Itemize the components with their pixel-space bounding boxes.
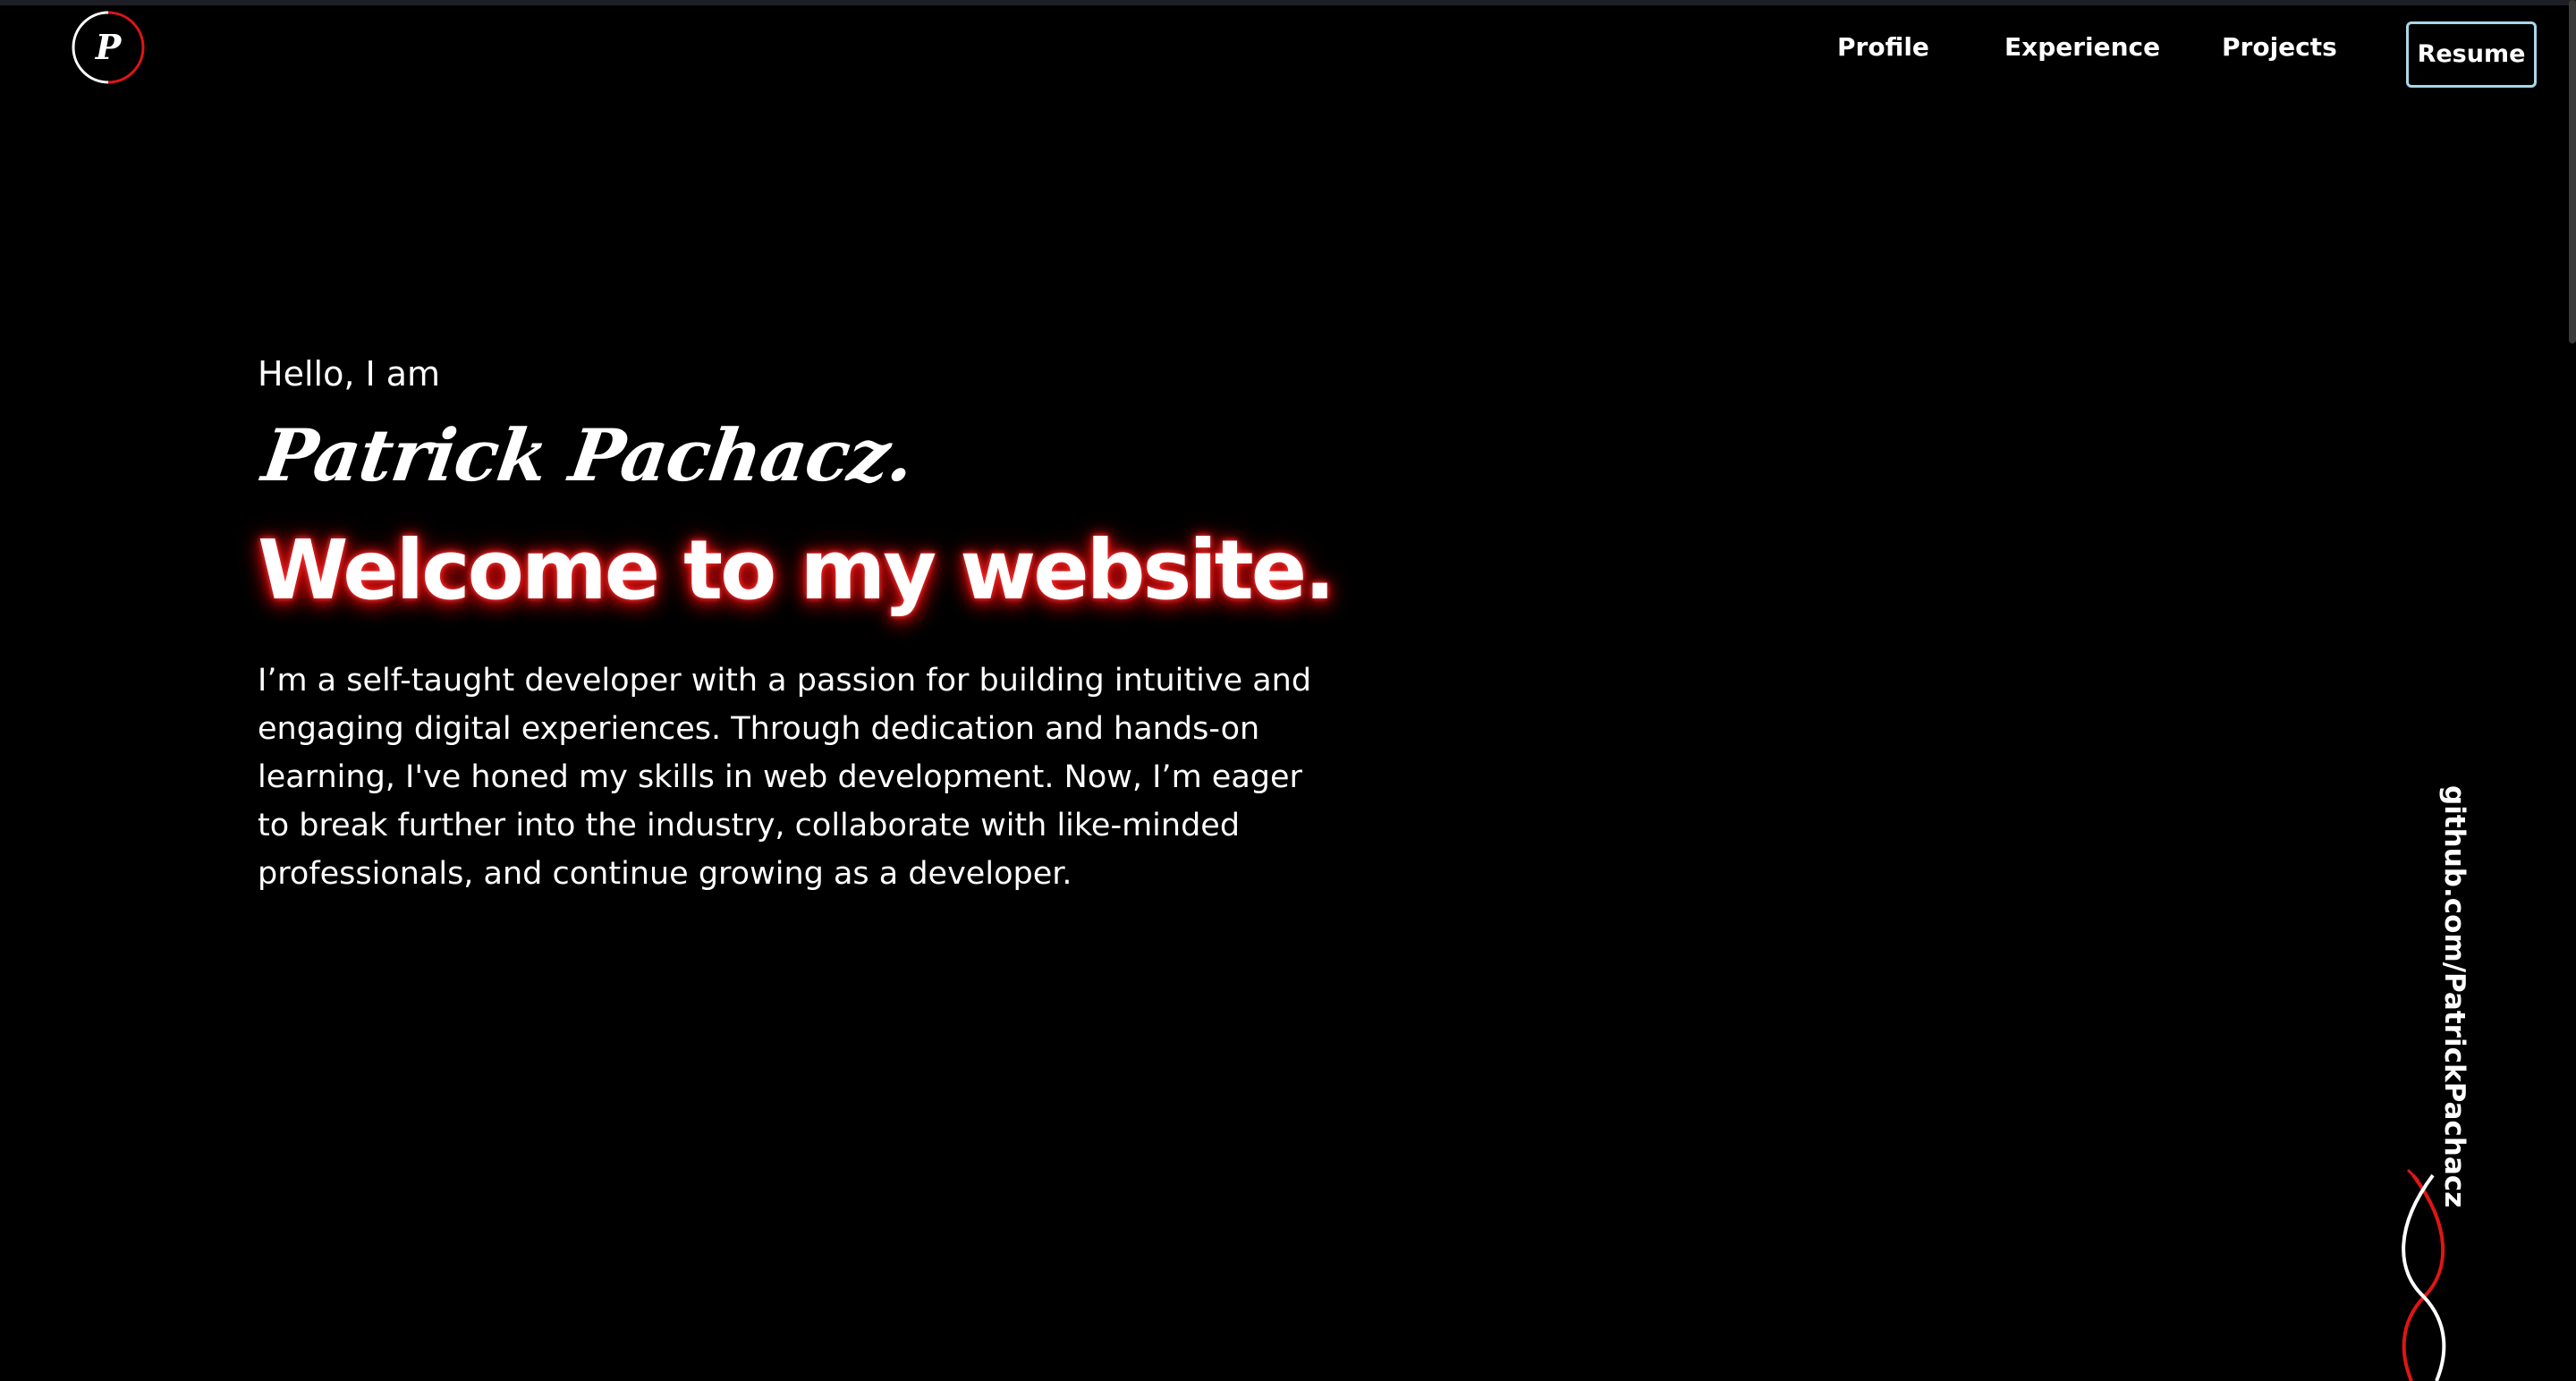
resume-button[interactable]: Resume	[2406, 21, 2537, 88]
hero-headline: Welcome to my website.	[258, 522, 1335, 618]
nav-profile[interactable]: Profile	[1837, 32, 1929, 62]
logo[interactable]: P	[70, 9, 147, 86]
hero-intro: I’m a self-taught developer with a passi…	[258, 663, 1312, 892]
helix-icon	[2388, 1163, 2460, 1381]
github-link-label[interactable]: github.com/PatrickPachacz	[2438, 785, 2470, 1207]
hero-greeting: Hello, I am	[258, 354, 441, 394]
browser-top-strip	[0, 0, 2576, 5]
nav-experience[interactable]: Experience	[2004, 32, 2160, 62]
scrollbar-thumb[interactable]	[2569, 0, 2576, 343]
nav-projects[interactable]: Projects	[2222, 32, 2337, 62]
logo-p-circle-icon: P	[72, 11, 145, 84]
hero-name: Patrick Pachacz.	[258, 413, 919, 497]
logo-letter: P	[95, 27, 123, 67]
github-side-link[interactable]: github.com/PatrickPachacz	[2429, 785, 2474, 1207]
